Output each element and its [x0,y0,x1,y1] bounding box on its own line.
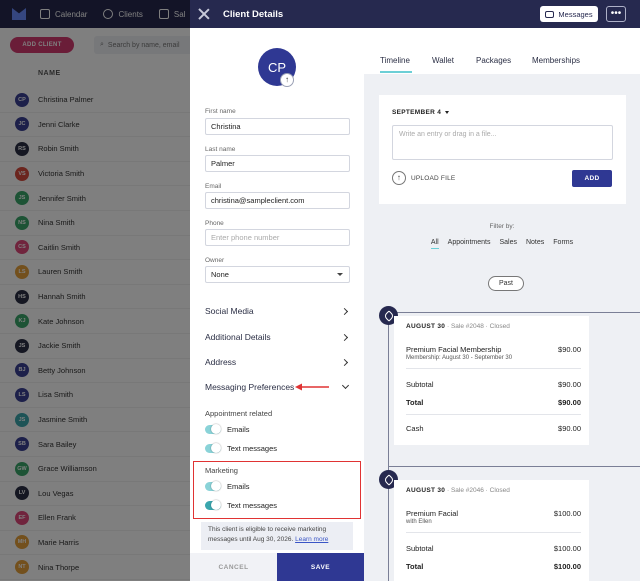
sale-item-row: Premium Facial Membership $90.00 [406,345,581,354]
divider [406,532,581,533]
sale-card[interactable]: AUGUST 30 · Sale #2046 · Closed Premium … [394,480,589,581]
owner-select[interactable]: None [205,266,350,283]
drawer-title: Client Details [223,8,284,20]
upload-photo-icon[interactable]: ↑ [280,73,294,87]
upload-file-button[interactable]: ↑ UPLOAD FILE [392,171,455,185]
tab-wallet[interactable]: Wallet [432,56,454,65]
close-icon[interactable] [198,8,210,20]
filter-by-label: Filter by: [489,223,515,230]
first-name-field[interactable]: Christina [205,118,350,135]
cancel-button[interactable]: CANCEL [190,553,277,581]
messages-button[interactable]: Messages [540,6,598,22]
past-button[interactable]: Past [488,276,524,291]
chevron-right-icon [340,307,349,315]
tab-packages[interactable]: Packages [476,56,511,65]
divider [406,414,581,415]
divider [406,368,581,369]
appt-texts-row: Text messages [205,443,277,453]
subtotal-row: Subtotal $100.00 [406,544,581,553]
sale-header: AUGUST 30 · Sale #2046 · Closed [406,487,510,494]
entry-date-select[interactable]: SEPTEMBER 4 [392,109,450,116]
total-row: Total $90.00 [406,398,581,407]
timeline-panel: Timeline Wallet Packages Memberships SEP… [364,28,640,581]
appt-texts-toggle[interactable] [205,443,221,453]
active-tab-indicator [380,71,412,73]
tab-timeline[interactable]: Timeline [380,56,410,65]
timeline-filters: All Appointments Sales Notes Forms [364,239,640,249]
email-field[interactable]: christina@sampleclient.com [205,192,350,209]
filter-notes[interactable]: Notes [526,239,544,249]
filter-appointments[interactable]: Appointments [448,239,491,249]
sale-item-row: Premium Facial $100.00 [406,509,581,518]
client-form: CP ↑ First name Christina Last name Palm… [190,28,364,581]
filter-sales[interactable]: Sales [499,239,517,249]
marketing-eligibility-note: This client is eligible to receive marke… [201,522,353,550]
drawer-header: Client Details Messages ••• [190,0,640,28]
sale-item-detail: Membership: August 30 - September 30 [406,355,513,361]
chevron-right-icon [340,358,349,366]
total-row: Total $100.00 [406,562,581,571]
sale-card[interactable]: AUGUST 30 · Sale #2048 · Closed Premium … [394,316,589,445]
phone-field[interactable]: Enter phone number [205,229,350,246]
timeline-line [388,315,389,581]
mkt-emails-toggle[interactable] [205,481,221,491]
annotation-arrow-icon [295,383,329,391]
entry-textarea[interactable]: Write an entry or drag in a file... [392,125,613,160]
dropdown-arrow-icon [337,273,343,276]
marketing-label: Marketing [205,466,238,475]
section-additional-details[interactable]: Additional Details [205,328,351,346]
new-entry-card: SEPTEMBER 4 Write an entry or drag in a … [379,95,626,204]
sale-header: AUGUST 30 · Sale #2048 · Closed [406,323,510,330]
phone-label: Phone [205,220,224,227]
section-address[interactable]: Address [205,353,351,371]
timeline-divider [388,312,640,313]
section-messaging-preferences[interactable]: Messaging Preferences [205,378,351,396]
chevron-right-icon [340,333,349,341]
timeline-divider [388,466,640,467]
mkt-emails-row: Emails [205,481,250,491]
appt-emails-row: Emails [205,424,250,434]
message-icon [545,10,555,18]
section-social-media[interactable]: Social Media [205,302,351,320]
owner-label: Owner [205,257,225,264]
payment-row: Cash $90.00 [406,424,581,433]
last-name-field[interactable]: Palmer [205,155,350,172]
mkt-texts-row: Text messages [205,500,277,510]
add-entry-button[interactable]: ADD [572,170,612,187]
chevron-down-icon [341,381,350,390]
filter-forms[interactable]: Forms [553,239,573,249]
first-name-label: First name [205,108,236,115]
learn-more-link[interactable]: Learn more [295,536,328,543]
appt-emails-toggle[interactable] [205,424,221,434]
last-name-label: Last name [205,146,236,153]
client-details-drawer: Client Details Messages ••• CP ↑ First n… [190,0,640,581]
appointment-related-label: Appointment related [205,409,273,418]
subtotal-row: Subtotal $90.00 [406,380,581,389]
save-button[interactable]: SAVE [277,553,364,581]
timeline-tabs: Timeline Wallet Packages Memberships [364,28,640,74]
tab-memberships[interactable]: Memberships [532,56,580,65]
upload-icon: ↑ [392,171,406,185]
mkt-texts-toggle[interactable] [205,500,221,510]
email-label: Email [205,183,222,190]
more-options-button[interactable]: ••• [606,6,626,22]
caret-down-icon [445,111,450,114]
sale-item-detail: with Ellen [406,519,432,525]
filter-all[interactable]: All [430,239,439,249]
